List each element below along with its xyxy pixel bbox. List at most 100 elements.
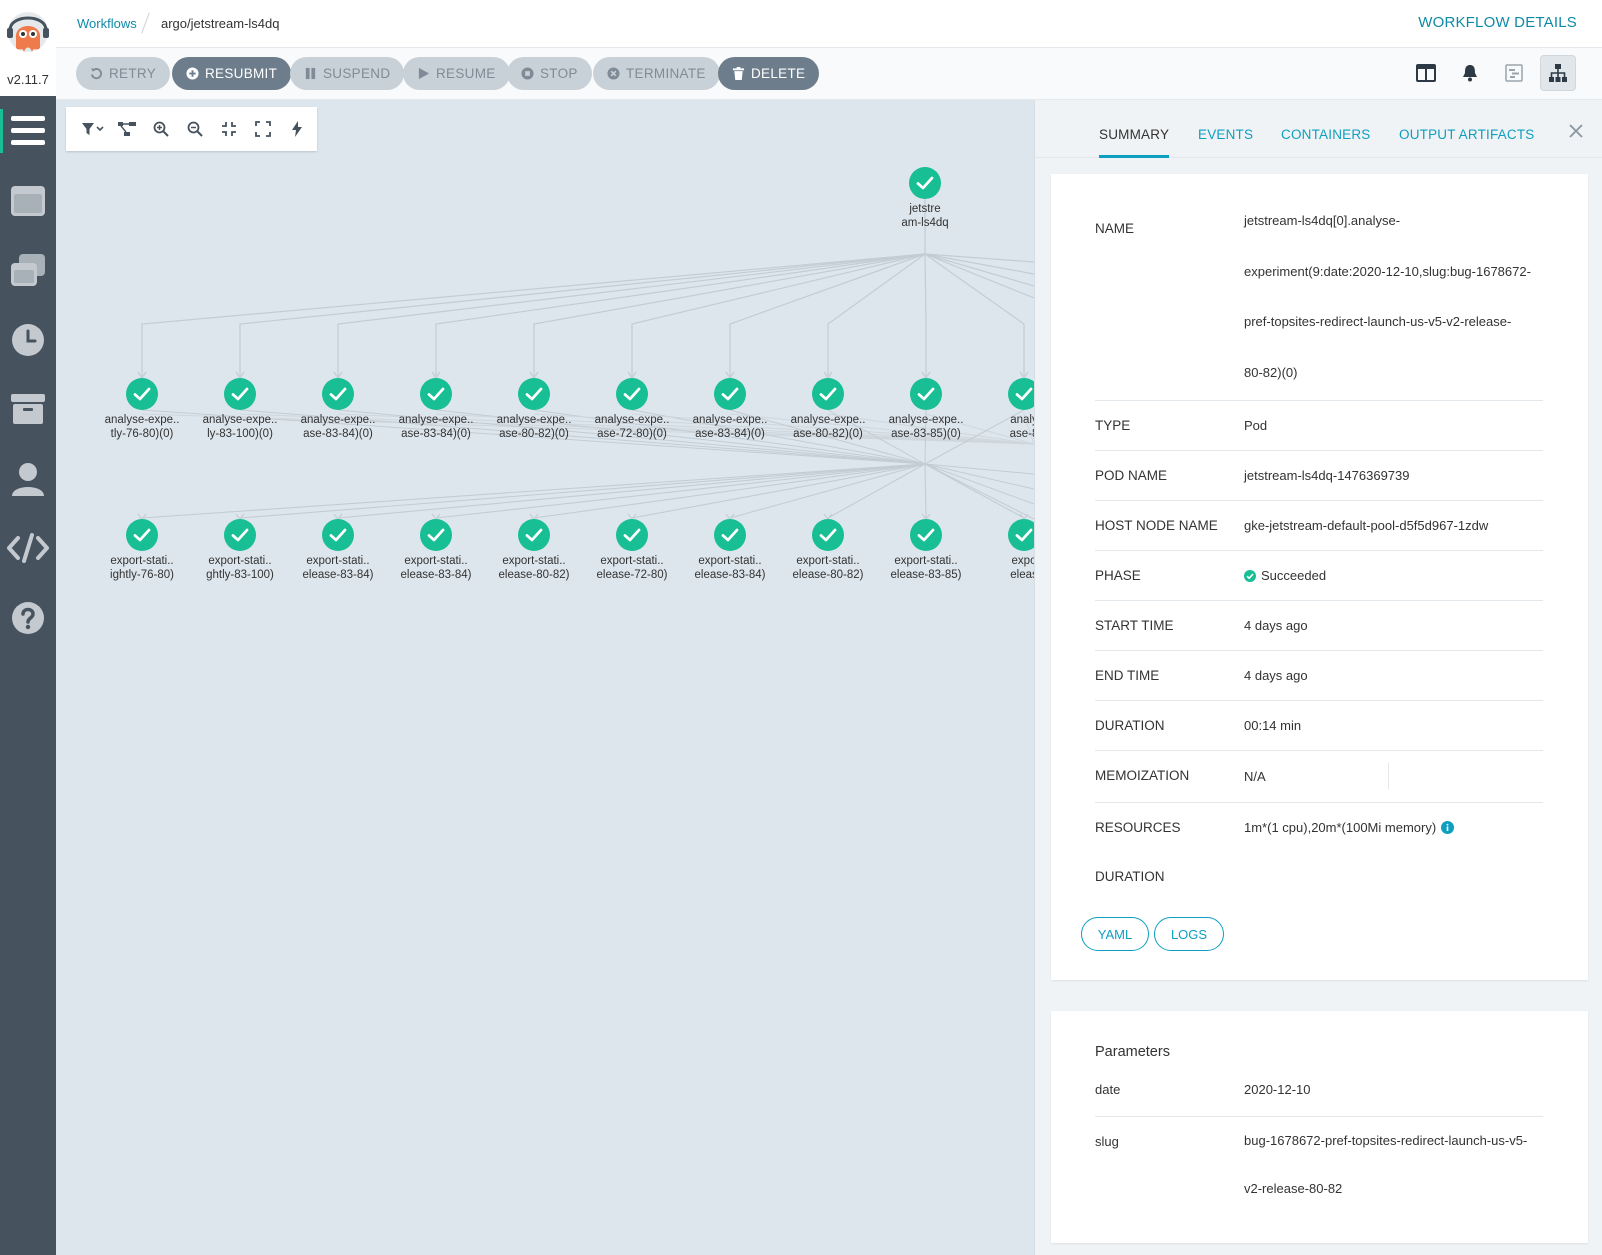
graph-node-label: ightly-76-80) bbox=[110, 569, 174, 581]
name-label: NAME bbox=[1095, 221, 1135, 236]
graph-node-label: ase-72-80)(0) bbox=[597, 428, 667, 440]
graph-node-label: analyse-expe.. bbox=[203, 414, 278, 426]
memoization-value: N/A bbox=[1244, 769, 1266, 784]
zoom-in-icon bbox=[153, 121, 169, 137]
tab-output-artifacts[interactable]: OUTPUT ARTIFACTS bbox=[1399, 127, 1534, 142]
suspend-button[interactable]: SUSPEND bbox=[290, 57, 405, 90]
graph-node-label: export-stati.. bbox=[698, 555, 761, 567]
graph-view-button[interactable] bbox=[1540, 55, 1576, 91]
bell-icon bbox=[1463, 65, 1477, 82]
graph-canvas: jetstre am-ls4dq analyse-expe.. tly-76-80)(… bbox=[105, 167, 1034, 581]
graph-node-label: analyse-expe.. bbox=[791, 414, 866, 426]
type-value: Pod bbox=[1244, 418, 1268, 433]
graph-node-label: export-stati.. bbox=[796, 555, 859, 567]
pod-name-row: POD NAME jetstream-ls4dq-1476369739 bbox=[1095, 451, 1543, 501]
graph-node-label: export-stati.. bbox=[208, 555, 271, 567]
pod-name-value: jetstream-ls4dq-1476369739 bbox=[1244, 468, 1410, 483]
graph-node-label: analyse-expe.. bbox=[595, 414, 670, 426]
host-node-row: HOST NODE NAME gke-jetstream-default-poo… bbox=[1095, 501, 1543, 551]
graph-node-label: analyse-expe.. bbox=[497, 414, 572, 426]
tab-summary[interactable]: SUMMARY bbox=[1099, 127, 1170, 158]
split-view-button[interactable] bbox=[1408, 55, 1444, 91]
filter-icon bbox=[82, 123, 104, 135]
graph-edge bbox=[435, 463, 926, 519]
duration-value: 00:14 min bbox=[1244, 718, 1302, 733]
info-icon[interactable] bbox=[1441, 821, 1455, 834]
resume-button[interactable]: RESUME bbox=[403, 57, 510, 90]
graph-node-export bbox=[616, 519, 648, 551]
phase-text: Succeeded bbox=[1261, 568, 1327, 583]
zoom-in-button[interactable] bbox=[144, 112, 178, 146]
yaml-button[interactable]: YAML bbox=[1081, 917, 1149, 951]
notifications-button[interactable] bbox=[1452, 55, 1488, 91]
graph-edge bbox=[337, 463, 926, 519]
user-icon bbox=[12, 463, 44, 496]
close-icon[interactable] bbox=[1567, 122, 1585, 140]
nav-cluster-workflow-templates[interactable] bbox=[0, 242, 56, 298]
name-value-line: jetstream-ls4dq[0].analyse- bbox=[1244, 213, 1401, 228]
end-time-label: END TIME bbox=[1095, 668, 1160, 683]
graph-node-export bbox=[910, 519, 942, 551]
timeline-view-button[interactable] bbox=[1496, 55, 1532, 91]
cluster-workflow-templates-icon bbox=[11, 254, 45, 286]
stop-circle-icon bbox=[521, 67, 534, 80]
graph-node-label: am-ls4dq bbox=[901, 217, 948, 229]
resubmit-button[interactable]: RESUBMIT bbox=[172, 57, 292, 90]
parameter-row-slug: slug bug-1678672-pref-topsites-redirect-… bbox=[1095, 1117, 1543, 1227]
stop-button[interactable]: STOP bbox=[507, 57, 592, 90]
graph-node-label: jetstre bbox=[908, 203, 940, 215]
pod-name-label: POD NAME bbox=[1095, 468, 1168, 483]
nav-workflow-templates[interactable] bbox=[0, 173, 56, 229]
nav-user[interactable] bbox=[0, 451, 56, 507]
graph-node-analyse bbox=[518, 378, 550, 410]
argo-logo-icon[interactable] bbox=[6, 8, 50, 68]
tab-containers[interactable]: CONTAINERS bbox=[1281, 127, 1371, 142]
memoization-divider bbox=[1388, 763, 1389, 789]
delete-button[interactable]: DELETE bbox=[718, 57, 820, 90]
graph-node-analyse bbox=[910, 378, 942, 410]
toggle-artifacts-button[interactable] bbox=[110, 112, 144, 146]
logo-area: v2.11.7 bbox=[0, 0, 56, 96]
graph-node-label: analyse-expe.. bbox=[399, 414, 474, 426]
resume-label: RESUME bbox=[436, 66, 496, 81]
graph-edge bbox=[924, 253, 927, 376]
graph-node-label: ase-80-82)(0) bbox=[499, 428, 569, 440]
graph-node-analyse bbox=[224, 378, 256, 410]
fast-render-button[interactable] bbox=[280, 112, 314, 146]
api-docs-icon bbox=[7, 533, 49, 563]
graph-node-export bbox=[126, 519, 158, 551]
name-value-line: 80-82)(0) bbox=[1244, 364, 1298, 380]
breadcrumb-workflows-link[interactable]: Workflows bbox=[77, 16, 137, 31]
retry-button[interactable]: RETRY bbox=[76, 57, 171, 90]
graph-edge bbox=[827, 253, 926, 376]
nav-cron-workflows[interactable] bbox=[0, 312, 56, 368]
memoization-label: MEMOIZATION bbox=[1095, 768, 1190, 783]
graph-node-label: ase-83-84)(0) bbox=[401, 428, 471, 440]
nav-workflows[interactable] bbox=[0, 103, 56, 159]
page-title: WORKFLOW DETAILS bbox=[1418, 14, 1577, 31]
tab-events[interactable]: EVENTS bbox=[1198, 127, 1253, 142]
graph-node-analyse bbox=[126, 378, 158, 410]
graph-node-export bbox=[714, 519, 746, 551]
compress-icon bbox=[222, 122, 236, 136]
nav-help[interactable] bbox=[0, 590, 56, 646]
phase-label: PHASE bbox=[1095, 568, 1141, 583]
nav-archived-workflows[interactable] bbox=[0, 381, 56, 437]
expand-icon bbox=[255, 121, 271, 137]
expand-button[interactable] bbox=[246, 112, 280, 146]
help-icon bbox=[12, 602, 44, 634]
resources-value: 1m*(1 cpu),20m*(100Mi memory) bbox=[1244, 820, 1455, 835]
parameter-value-line: v2-release-80-82 bbox=[1244, 1181, 1343, 1196]
plus-circle-icon bbox=[186, 67, 199, 80]
nav-api-docs[interactable] bbox=[0, 520, 56, 576]
graph-node-export bbox=[420, 519, 452, 551]
compress-button[interactable] bbox=[212, 112, 246, 146]
filter-button[interactable] bbox=[76, 112, 110, 146]
logs-button[interactable]: LOGS bbox=[1154, 917, 1224, 951]
top-bar: Workflows argo/jetstream-ls4dq WORKFLOW … bbox=[56, 0, 1602, 48]
terminate-button[interactable]: TERMINATE bbox=[593, 57, 720, 90]
graph-edge-arrow bbox=[627, 513, 637, 520]
graph-edge bbox=[924, 253, 1034, 275]
workflow-graph[interactable]: jetstre am-ls4dq analyse-expe.. tly-76-80)(… bbox=[56, 100, 1034, 1255]
zoom-out-button[interactable] bbox=[178, 112, 212, 146]
